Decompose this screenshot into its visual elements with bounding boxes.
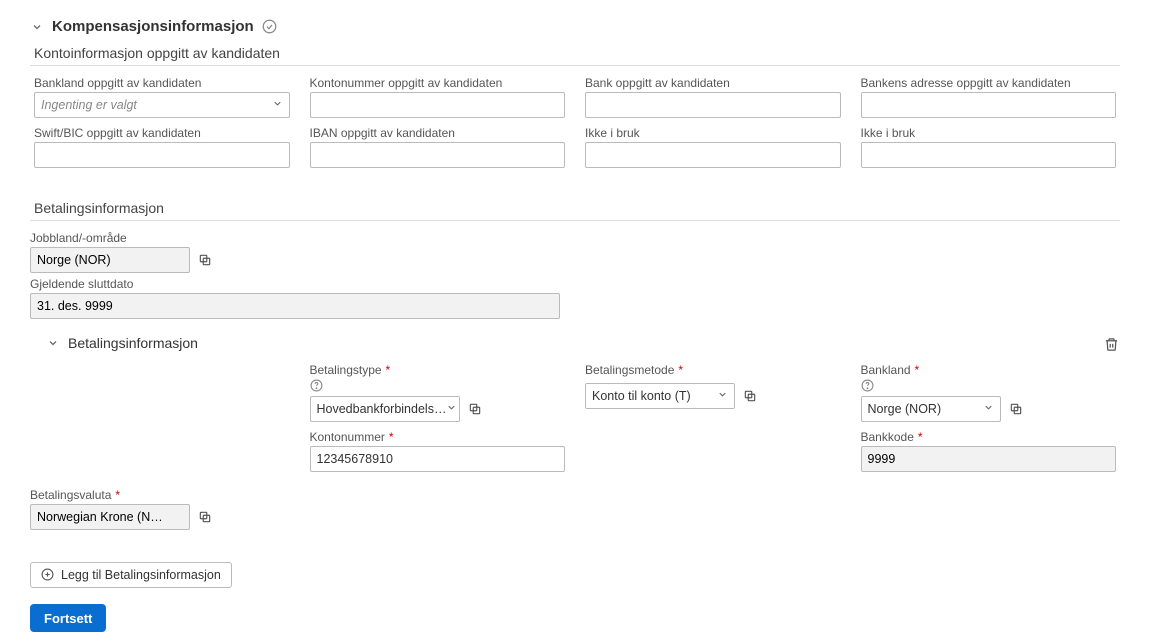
add-payment-info-button[interactable]: Legg til Betalingsinformasjon [30, 562, 232, 588]
label-bank-country-pay: Bankland* [861, 363, 1117, 377]
label-currency: Betalingsvaluta* [30, 488, 1120, 502]
help-icon[interactable] [861, 379, 1117, 392]
divider [30, 220, 1120, 221]
inner-section-title: Betalingsinformasjon [68, 335, 198, 351]
label-iban: IBAN oppgitt av kandidaten [310, 126, 566, 140]
input-account-number-candidate[interactable] [310, 92, 566, 118]
copy-icon[interactable] [196, 251, 214, 269]
select-job-country[interactable]: Norge (NOR) [30, 247, 190, 273]
label-unused-1: Ikke i bruk [585, 126, 841, 140]
label-account-number: Kontonummer oppgitt av kandidaten [310, 76, 566, 90]
check-circle-icon [262, 19, 278, 35]
select-value: Konto til konto (T) [592, 389, 691, 403]
continue-button[interactable]: Fortsett [30, 604, 106, 632]
select-pay-type[interactable]: Hovedbankforbindels… [310, 396, 460, 422]
label-job-country: Jobbland/-område [30, 231, 1120, 245]
input-unused-2[interactable] [861, 142, 1117, 168]
section-title-compensation: Kompensasjonsinformasjon [52, 18, 254, 35]
select-bank-country-pay[interactable]: Norge (NOR) [861, 396, 1001, 422]
input-bank-code[interactable] [861, 446, 1117, 472]
input-bank-candidate[interactable] [585, 92, 841, 118]
chevron-down-icon [272, 98, 283, 112]
label-end-date: Gjeldende sluttdato [30, 277, 1120, 291]
chevron-down-icon [446, 402, 457, 416]
help-icon[interactable] [310, 379, 566, 392]
select-placeholder: Ingenting er valgt [41, 98, 137, 112]
select-value: Norge (NOR) [868, 402, 942, 416]
label-pay-method: Betalingsmetode* [585, 363, 841, 377]
input-end-date[interactable] [30, 293, 560, 319]
chevron-down-icon[interactable] [46, 336, 60, 350]
label-pay-type: Betalingstype* [310, 363, 566, 377]
label-account-number-pay: Kontonummer* [310, 430, 566, 444]
label-bank: Bank oppgitt av kandidaten [585, 76, 841, 90]
input-unused-1[interactable] [585, 142, 841, 168]
copy-icon[interactable] [741, 387, 759, 405]
add-button-label: Legg til Betalingsinformasjon [61, 568, 221, 582]
chevron-down-icon [983, 402, 994, 416]
select-currency[interactable]: Norwegian Krone (N… [30, 504, 190, 530]
continue-button-label: Fortsett [44, 611, 92, 626]
select-value: Norwegian Krone (N… [37, 510, 163, 524]
select-value: Norge (NOR) [37, 253, 111, 267]
subsection-title-payment: Betalingsinformasjon [34, 200, 1120, 216]
copy-icon[interactable] [466, 400, 484, 418]
copy-icon[interactable] [1007, 400, 1025, 418]
input-bank-address-candidate[interactable] [861, 92, 1117, 118]
chevron-down-icon [717, 389, 728, 403]
chevron-down-icon[interactable] [30, 20, 44, 34]
label-bank-country: Bankland oppgitt av kandidaten [34, 76, 290, 90]
label-bank-address: Bankens adresse oppgitt av kandidaten [861, 76, 1117, 90]
input-iban-candidate[interactable] [310, 142, 566, 168]
copy-icon[interactable] [196, 508, 214, 526]
subsection-title-account-info: Kontoinformasjon oppgitt av kandidaten [34, 45, 1120, 61]
select-pay-method[interactable]: Konto til konto (T) [585, 383, 735, 409]
input-account-number-pay[interactable] [310, 446, 566, 472]
input-swift-candidate[interactable] [34, 142, 290, 168]
label-bank-code: Bankkode* [861, 430, 1117, 444]
label-swift: Swift/BIC oppgitt av kandidaten [34, 126, 290, 140]
select-bank-country[interactable]: Ingenting er valgt [34, 92, 290, 118]
label-unused-2: Ikke i bruk [861, 126, 1117, 140]
trash-icon[interactable] [1102, 335, 1120, 353]
select-value: Hovedbankforbindels… [317, 402, 447, 416]
divider [30, 65, 1120, 66]
plus-circle-icon [41, 568, 55, 582]
